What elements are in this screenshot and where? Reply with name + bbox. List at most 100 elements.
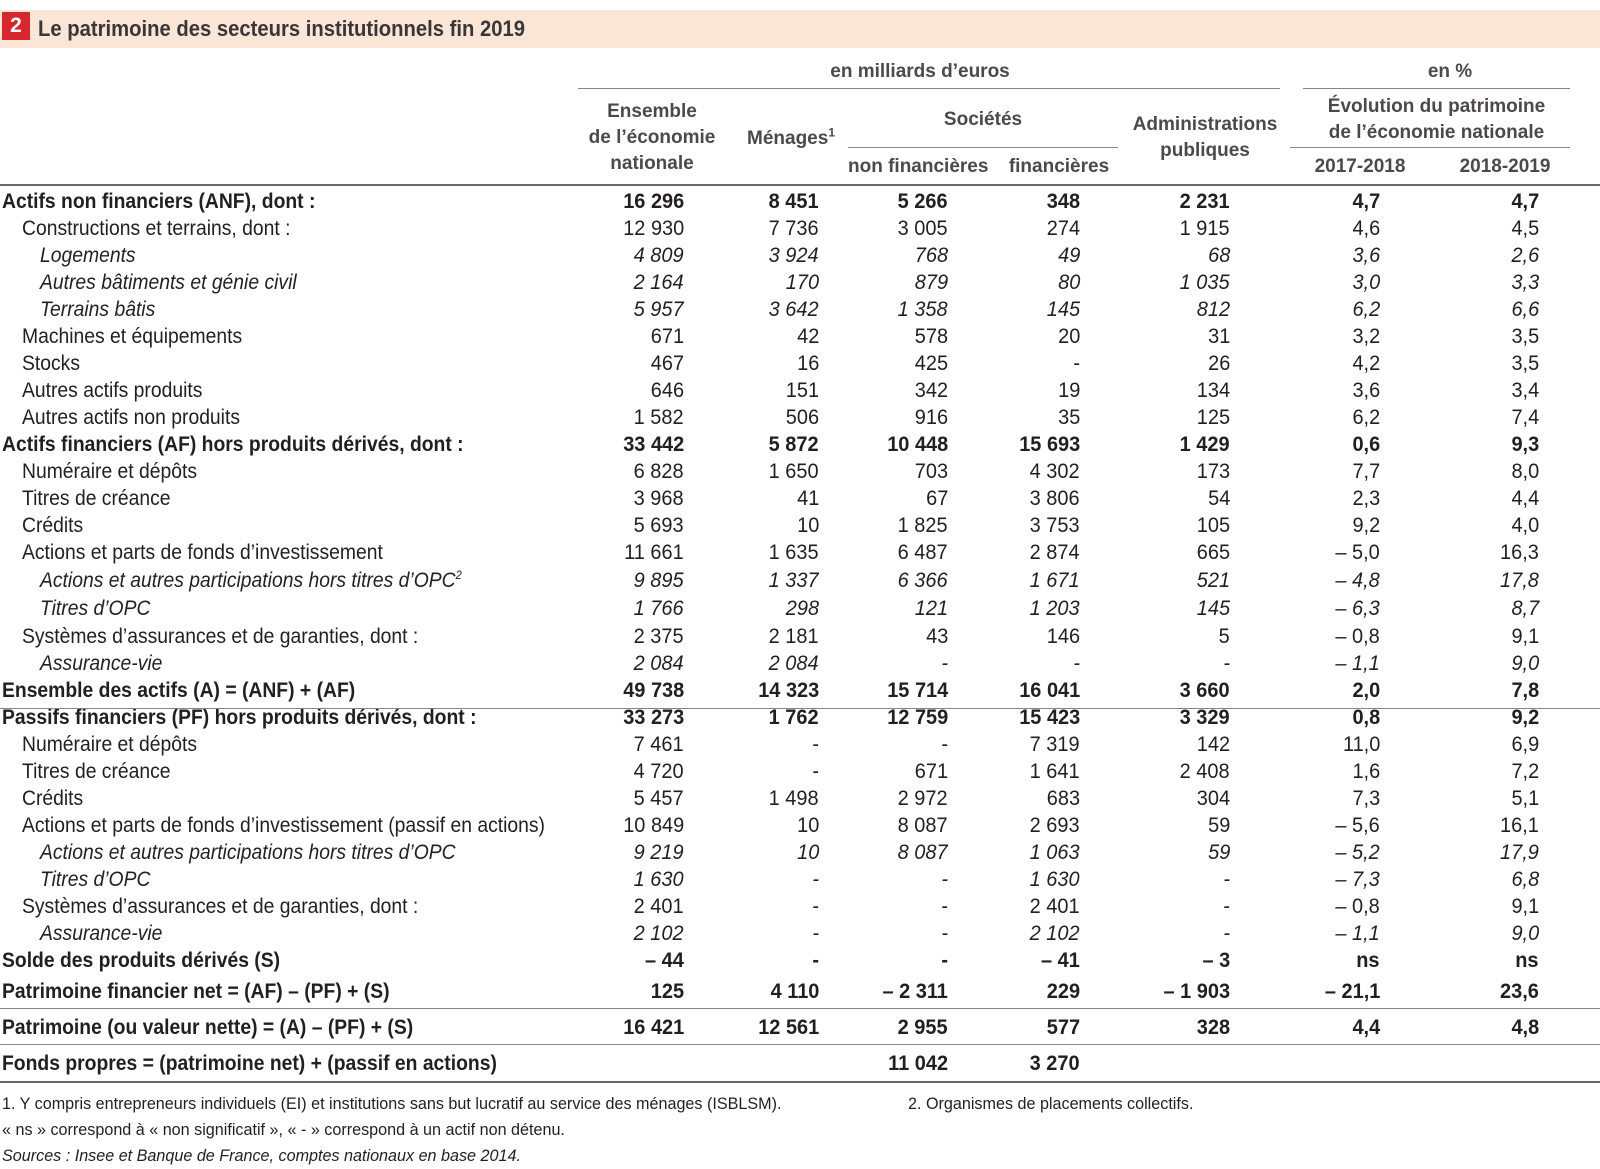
cell-value: 879: [914, 271, 948, 294]
cell-value: ns: [1356, 949, 1380, 972]
row-label: Actions et parts de fonds d’investisseme…: [22, 814, 545, 837]
row-label: Crédits: [22, 514, 84, 537]
cell-value: 3 753: [1030, 514, 1080, 537]
cell-value: 2 181: [769, 625, 819, 648]
cell-value: -: [1073, 652, 1080, 675]
header-societes: Sociétés: [943, 109, 1023, 130]
cell-value: 17,9: [1500, 841, 1539, 864]
cell-value: 11,0: [1342, 733, 1380, 756]
table-row: Solde des produits dérivés (S) – 44 - - – 41…: [0, 947, 1600, 974]
row-label: Actions et parts de fonds d’investisseme…: [22, 541, 383, 564]
cell-value: 5 693: [634, 514, 684, 537]
footnote-1: 1. Y compris entrepreneurs individuels (…: [2, 1094, 782, 1113]
cell-value: 2 102: [634, 922, 684, 945]
cell-value: -: [941, 949, 948, 972]
cell-value: 80: [1057, 271, 1080, 294]
row-label: Ensemble des actifs (A) = (ANF) + (AF): [2, 679, 356, 702]
cell-value: 671: [650, 325, 684, 348]
cell-value: 9,3: [1511, 433, 1539, 456]
cell-value: 6 366: [898, 569, 948, 592]
table-row: Numéraire et dépôts 7 461 - - 7 319 142 11,0 6,…: [0, 731, 1600, 758]
table-row: Crédits 5 457 1 498 2 972 683 304 7,3 5,1: [0, 785, 1600, 812]
cell-value: 4 809: [634, 244, 684, 267]
row-label: Solde des produits dérivés (S): [2, 949, 281, 972]
cell-value: 4,7: [1511, 190, 1539, 213]
header-bottom-rule: [0, 184, 1600, 186]
cell-value: 916: [914, 406, 948, 429]
cell-value: 10: [796, 841, 819, 864]
cell-value: 703: [914, 460, 948, 483]
table-row: Stocks 467 16 425 - 26 4,2 3,5: [0, 350, 1600, 377]
cell-value: 1 429: [1180, 433, 1230, 456]
cell-value: 59: [1207, 814, 1230, 837]
row-label: Autres bâtiments et génie civil: [40, 271, 297, 294]
cell-value: 35: [1057, 406, 1080, 429]
table-row: Titres de créance 3 968 41 67 3 806 54 2,3 4,4: [0, 485, 1600, 512]
cell-value: -: [941, 895, 948, 918]
cell-value: 16 421: [622, 1016, 684, 1039]
section-rule: [0, 1008, 1600, 1009]
figure-number-badge: 2: [2, 12, 30, 40]
table-row: Actions et autres participations hors ti…: [0, 567, 1600, 594]
cell-value: -: [812, 760, 819, 783]
row-label: Assurance-vie: [40, 652, 163, 675]
table-row: Crédits 5 693 10 1 825 3 753 105 9,2 4,0: [0, 512, 1600, 539]
cell-value: 6,2: [1352, 406, 1380, 429]
cell-value: 9,0: [1511, 652, 1539, 675]
cell-value: 1 630: [634, 868, 684, 891]
cell-value: 23,6: [1500, 980, 1539, 1003]
cell-value: – 2 311: [882, 980, 948, 1003]
cell-value: 1 063: [1030, 841, 1080, 864]
cell-value: 577: [1046, 1016, 1080, 1039]
cell-value: 2 102: [1030, 922, 1080, 945]
cell-value: 6,2: [1352, 298, 1380, 321]
cell-value: 6 487: [898, 541, 948, 564]
cell-value: 2 401: [634, 895, 684, 918]
cell-value: 2 375: [634, 625, 684, 648]
footnote-ref: 2: [455, 568, 462, 582]
cell-value: 1 630: [1030, 868, 1080, 891]
cell-value: 229: [1046, 980, 1080, 1003]
cell-value: 274: [1046, 217, 1080, 240]
cell-value: 3 968: [634, 487, 684, 510]
cell-value: 3,4: [1511, 379, 1539, 402]
cell-value: 5 457: [634, 787, 684, 810]
header-rule: [578, 88, 1280, 89]
cell-value: 14 323: [757, 679, 819, 702]
cell-value: 671: [914, 760, 948, 783]
row-label: Titres de créance: [22, 487, 171, 510]
cell-value: -: [941, 922, 948, 945]
cell-value: 42: [796, 325, 819, 348]
cell-value: 7,8: [1511, 679, 1539, 702]
cell-value: 5,1: [1511, 787, 1539, 810]
cell-value: 1 671: [1030, 569, 1080, 592]
cell-value: 8,7: [1511, 597, 1539, 620]
cell-value: 10: [796, 514, 819, 537]
cell-value: 9,1: [1511, 895, 1539, 918]
row-label: Fonds propres = (patrimoine net) + (pass…: [2, 1052, 497, 1075]
cell-value: 151: [785, 379, 819, 402]
row-label: Systèmes d’assurances et de garanties, d…: [22, 895, 419, 918]
cell-value: 6,9: [1511, 733, 1539, 756]
header-administrations: Administrations publiques: [1132, 114, 1278, 161]
cell-value: 5 872: [769, 433, 819, 456]
cell-value: 0,6: [1352, 433, 1380, 456]
cell-value: 7,2: [1511, 760, 1539, 783]
cell-value: 1 203: [1030, 597, 1080, 620]
header-soc-financieres: financières: [1008, 156, 1110, 177]
cell-value: 16 041: [1018, 679, 1080, 702]
cell-value: 26: [1207, 352, 1230, 375]
cell-value: – 5,0: [1335, 541, 1380, 564]
cell-value: 506: [785, 406, 819, 429]
cell-value: -: [1223, 652, 1230, 675]
cell-value: 2 408: [1180, 760, 1230, 783]
cell-value: 7 461: [634, 733, 684, 756]
footnote-2: 2. Organismes de placements collectifs.: [908, 1094, 1194, 1113]
table-row: Terrains bâtis 5 957 3 642 1 358 145 812 6,2 6,…: [0, 296, 1600, 323]
cell-value: 768: [914, 244, 948, 267]
title-bar: 2 Le patrimoine des secteurs institution…: [0, 10, 1600, 48]
cell-value: 8 451: [769, 190, 819, 213]
cell-value: 3 806: [1030, 487, 1080, 510]
cell-value: 10: [796, 814, 819, 837]
table-row: Autres bâtiments et génie civil 2 164 170 8…: [0, 269, 1600, 296]
